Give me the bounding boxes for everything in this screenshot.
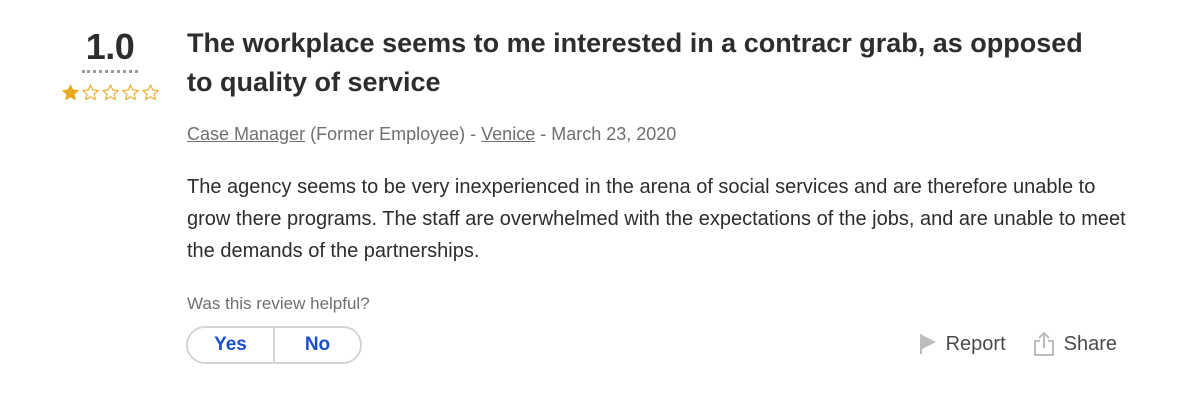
flag-icon — [919, 334, 936, 354]
location-link[interactable]: Venice — [481, 124, 535, 144]
rating-block: 1.0 — [58, 28, 162, 102]
review-meta: Case Manager (Former Employee) - Venice … — [187, 122, 1147, 146]
star-empty-icon — [121, 84, 139, 101]
rating-score-underline — [82, 70, 138, 73]
rating-score[interactable]: 1.0 — [58, 28, 162, 66]
job-title-link[interactable]: Case Manager — [187, 124, 305, 144]
review-body: The agency seems to be very inexperience… — [187, 176, 1126, 262]
employee-status: (Former Employee) — [310, 124, 466, 144]
review-card: 1.0 The workplace seems to me interested… — [0, 0, 1200, 401]
star-rating — [58, 83, 162, 102]
share-button[interactable]: Share — [1032, 331, 1117, 357]
share-icon — [1033, 331, 1054, 356]
yes-button[interactable]: Yes — [188, 328, 273, 362]
meta-separator: - — [540, 124, 547, 144]
helpful-vote-group: Yes No — [186, 326, 362, 364]
helpful-question: Was this review helpful? — [187, 294, 370, 313]
meta-separator: - — [470, 124, 477, 144]
star-empty-icon — [81, 84, 99, 101]
report-button[interactable]: Report — [918, 333, 1006, 356]
share-label: Share — [1063, 332, 1117, 355]
review-content: The workplace seems to me interested in … — [187, 24, 1147, 267]
star-empty-icon — [141, 84, 159, 101]
star-empty-icon — [101, 84, 119, 101]
review-title: The workplace seems to me interested in … — [187, 28, 1083, 97]
review-actions: Report Share — [918, 331, 1117, 357]
star-filled-icon — [61, 84, 79, 101]
no-button[interactable]: No — [273, 328, 360, 362]
report-label: Report — [945, 332, 1006, 355]
review-date: March 23, 2020 — [551, 124, 677, 144]
